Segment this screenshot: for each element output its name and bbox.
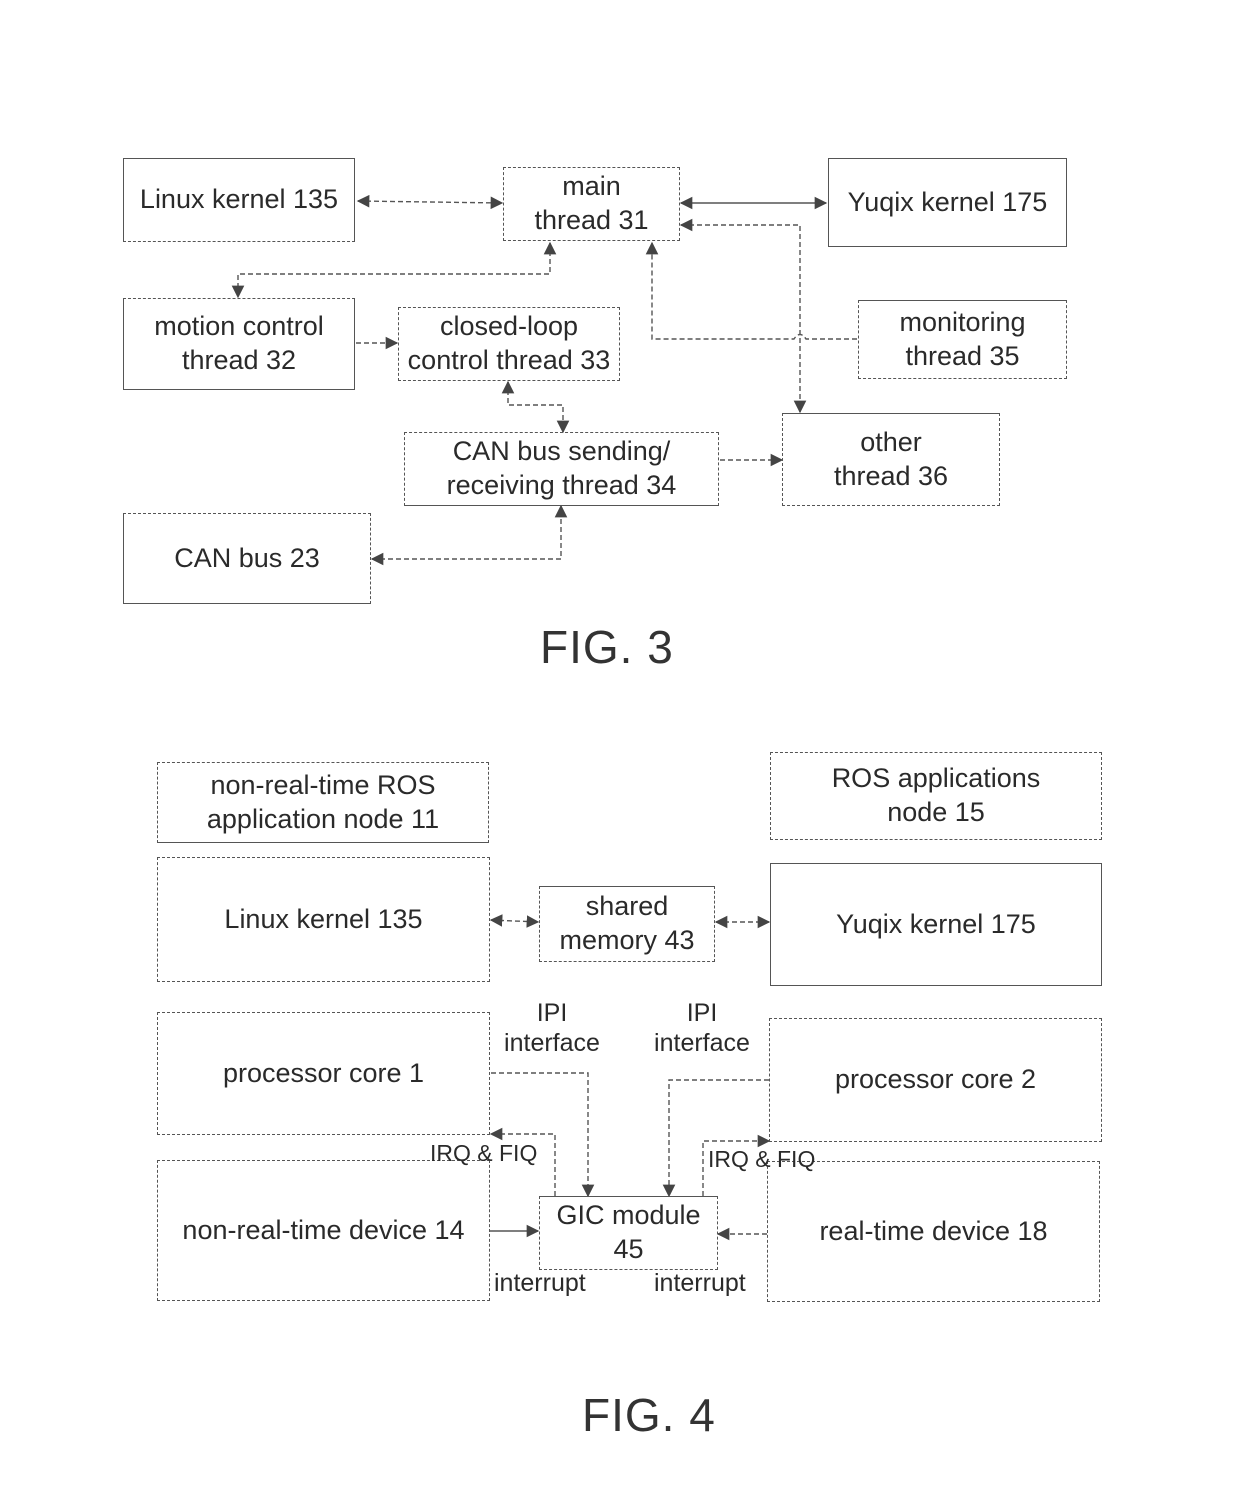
node-label: thread 36	[833, 460, 949, 491]
closed-loop-control-thread-box: closed-loop control thread 33	[398, 307, 620, 381]
node-label: Yuqix kernel 175	[847, 186, 1048, 217]
can-bus-thread-box: CAN bus sending/ receiving thread 34	[404, 432, 719, 506]
connector-monitoring-main	[645, 241, 857, 340]
monitoring-thread-box: monitoring thread 35	[858, 300, 1067, 379]
node-label: Linux kernel 135	[139, 184, 339, 215]
shared-memory-box: shared memory 43	[539, 886, 715, 962]
node-label: 45	[613, 1234, 644, 1264]
node-label: non-real-time ROS	[210, 769, 436, 800]
node-label: ROS applications	[831, 763, 1041, 794]
other-thread-box: other thread 36	[782, 413, 1000, 506]
label-line: interface	[654, 1029, 750, 1057]
node-label: thread 35	[905, 340, 1020, 371]
connector-canbus-canthread	[370, 504, 568, 566]
node-label: thread 31	[534, 205, 649, 235]
node-label: shared	[585, 891, 669, 922]
label-line: interface	[504, 1029, 600, 1057]
node-label: Yuqix kernel 175	[836, 908, 1036, 939]
node-label: closed-loop	[439, 311, 579, 342]
ipi-interface-label-right: IPI interface	[644, 998, 760, 1058]
node-label: motion control	[154, 311, 324, 342]
figure-caption: FIG. 4	[582, 1389, 716, 1441]
processor-core-1-box: processor core 1	[157, 1012, 490, 1135]
ros-applications-node-15-box: ROS applications node 15	[770, 752, 1102, 840]
ipi-interface-label-left: IPI interface	[494, 998, 610, 1058]
ros-application-node-11-box: non-real-time ROS application node 11	[157, 762, 489, 843]
interrupt-label-left: interrupt	[494, 1269, 586, 1297]
node-label: memory 43	[559, 925, 695, 955]
connector-main-other	[679, 218, 807, 414]
node-label: CAN bus sending/	[452, 436, 671, 467]
node-label: processor core 2	[834, 1064, 1037, 1095]
node-label: Linux kernel 135	[224, 903, 423, 934]
node-label: other	[860, 426, 922, 457]
motion-control-thread-box: motion control thread 32	[123, 298, 355, 390]
linux-kernel-box: Linux kernel 135	[157, 857, 490, 982]
node-label: CAN bus 23	[174, 542, 320, 573]
gic-module-box: GIC module 45	[539, 1196, 718, 1270]
node-label: thread 32	[181, 345, 297, 375]
node-label: node 15	[887, 797, 985, 827]
connector-main-motion	[231, 241, 557, 299]
connector-core2-gic	[662, 1079, 769, 1198]
main-thread-box: main thread 31	[503, 167, 680, 241]
linux-kernel-box: Linux kernel 135	[123, 158, 355, 242]
non-real-time-device-box: non-real-time device 14	[157, 1160, 490, 1301]
interrupt-label-right: interrupt	[654, 1269, 746, 1297]
connector-linux-main	[356, 194, 504, 210]
node-label: monitoring	[899, 306, 1026, 337]
yuqix-kernel-box: Yuqix kernel 175	[828, 158, 1067, 247]
yuqix-kernel-box: Yuqix kernel 175	[770, 863, 1102, 986]
node-label: receiving thread 34	[446, 470, 677, 500]
node-label: non-real-time device 14	[182, 1214, 465, 1245]
connector-core1-gic	[491, 1072, 595, 1198]
node-label: real-time device 18	[819, 1215, 1048, 1246]
irq-fiq-label-right: IRQ & FIQ	[708, 1146, 816, 1172]
node-label: processor core 1	[222, 1057, 425, 1088]
can-bus-box: CAN bus 23	[123, 513, 371, 604]
node-label: GIC module	[556, 1200, 701, 1231]
connector-closedloop-can	[501, 380, 570, 434]
real-time-device-box: real-time device 18	[767, 1161, 1100, 1302]
figure-caption: FIG. 3	[540, 621, 674, 673]
processor-core-2-box: processor core 2	[769, 1018, 1102, 1142]
label-line: IPI	[686, 999, 718, 1027]
node-label: application node 11	[206, 803, 440, 834]
node-label: main	[562, 171, 621, 202]
label-line: IPI	[536, 999, 568, 1027]
node-label: control thread 33	[407, 345, 611, 375]
irq-fiq-label-left: IRQ & FIQ	[430, 1140, 538, 1166]
connector-linux-shm	[489, 914, 540, 928]
